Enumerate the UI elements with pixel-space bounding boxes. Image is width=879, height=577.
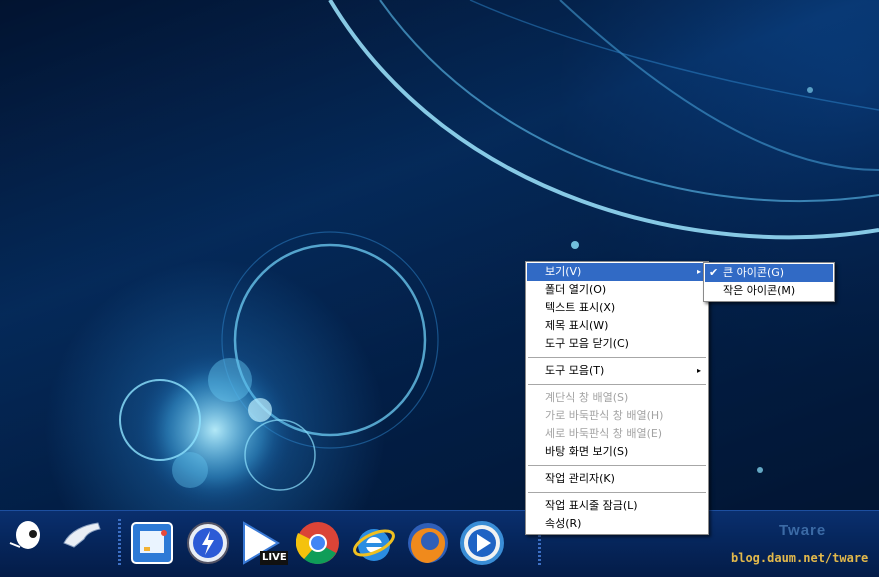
menu-item-tile-horizontally[interactable]: 가로 바둑판식 창 배열(H) (527, 407, 707, 425)
live-player-icon[interactable]: LIVE (240, 521, 288, 565)
menu-item-open-folder[interactable]: 폴더 열기(O) (527, 281, 707, 299)
menu-item-toolbars[interactable]: 도구 모음(T) ▸ (527, 362, 707, 380)
submenu-arrow-icon: ▸ (696, 267, 701, 276)
menu-item-close-toolbar[interactable]: 도구 모음 닫기(C) (527, 335, 707, 353)
chrome-icon[interactable] (295, 521, 340, 565)
menu-item-lock-taskbar[interactable]: 작업 표시줄 잠금(L) (527, 497, 707, 515)
live-badge: LIVE (262, 552, 287, 563)
internet-explorer-icon[interactable] (352, 521, 396, 565)
firefox-icon[interactable] (406, 521, 450, 565)
taskbar: LIVE (0, 510, 879, 577)
menu-item-task-manager[interactable]: 작업 관리자(K) (527, 470, 707, 488)
hand-cursor-icon[interactable] (60, 515, 104, 559)
menu-item-cascade-windows[interactable]: 계단식 창 배열(S) (527, 389, 707, 407)
toolbar-divider[interactable] (118, 519, 121, 567)
menu-item-show-title[interactable]: 제목 표시(W) (527, 317, 707, 335)
submenu-item-small-icons[interactable]: 작은 아이콘(M) (705, 282, 833, 300)
submenu-item-large-icons[interactable]: ✔ 큰 아이콘(G) (705, 264, 833, 282)
menu-separator (528, 384, 706, 385)
menu-separator (528, 492, 706, 493)
check-icon: ✔ (709, 266, 719, 279)
wallpaper-art (119, 0, 879, 510)
menu-separator (528, 357, 706, 358)
menu-item-show-text[interactable]: 텍스트 표시(X) (527, 299, 707, 317)
menu-item-show-desktop[interactable]: 바탕 화면 보기(S) (527, 443, 707, 461)
network-lightning-icon[interactable] (186, 521, 230, 565)
media-player-icon[interactable] (460, 521, 504, 565)
mouse-pointer-icon[interactable] (6, 517, 50, 561)
watermark-url: blog.daum.net/tware (731, 551, 869, 565)
toolbar-context-menu: 보기(V) ▸ 폴더 열기(O) 텍스트 표시(X) 제목 표시(W) 도구 모… (525, 261, 709, 535)
menu-item-tile-vertically[interactable]: 세로 바둑판식 창 배열(E) (527, 425, 707, 443)
menu-item-view[interactable]: 보기(V) ▸ (527, 263, 707, 281)
show-desktop-icon[interactable] (130, 521, 174, 565)
watermark-title: Tware (779, 522, 827, 539)
desktop-wallpaper (0, 0, 879, 510)
menu-item-properties[interactable]: 속성(R) (527, 515, 707, 533)
menu-separator (528, 465, 706, 466)
view-submenu: ✔ 큰 아이콘(G) 작은 아이콘(M) (703, 262, 835, 302)
submenu-arrow-icon: ▸ (696, 366, 701, 375)
